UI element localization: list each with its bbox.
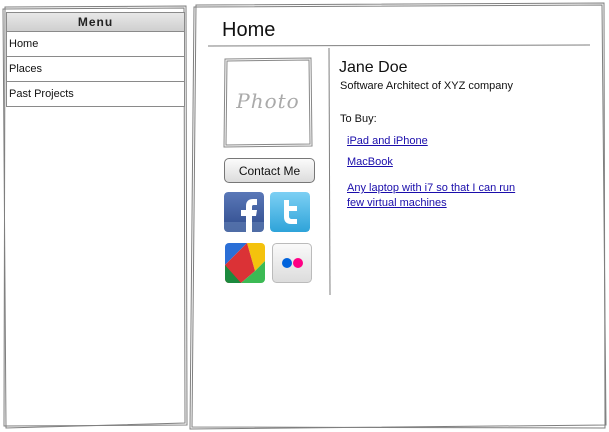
to-buy-link-ipad-iphone[interactable]: iPad and iPhone [347, 134, 522, 149]
profile-job-title: Software Architect of XYZ company [340, 80, 514, 92]
photo-placeholder-label: Photo [236, 89, 300, 113]
profile-name: Jane Doe [339, 59, 408, 76]
side-menu: Menu Home Places Past Projects [6, 12, 185, 107]
to-buy-heading: To Buy: [340, 113, 377, 125]
to-buy-link-macbook[interactable]: MacBook [347, 155, 522, 170]
menu-item-places[interactable]: Places [6, 57, 185, 82]
menu-title: Menu [6, 12, 185, 32]
google-icon[interactable] [225, 243, 265, 283]
flickr-icon[interactable] [272, 243, 312, 283]
page-title: Home [222, 19, 276, 41]
facebook-icon[interactable] [224, 192, 264, 232]
profile-photo: Photo [223, 57, 313, 148]
to-buy-link-laptop[interactable]: Any laptop with i7 so that I can run few… [347, 181, 522, 211]
twitter-icon[interactable] [270, 192, 310, 232]
menu-item-home[interactable]: Home [6, 32, 185, 57]
menu-item-past-projects[interactable]: Past Projects [6, 82, 185, 107]
contact-me-button[interactable]: Contact Me [224, 158, 315, 183]
